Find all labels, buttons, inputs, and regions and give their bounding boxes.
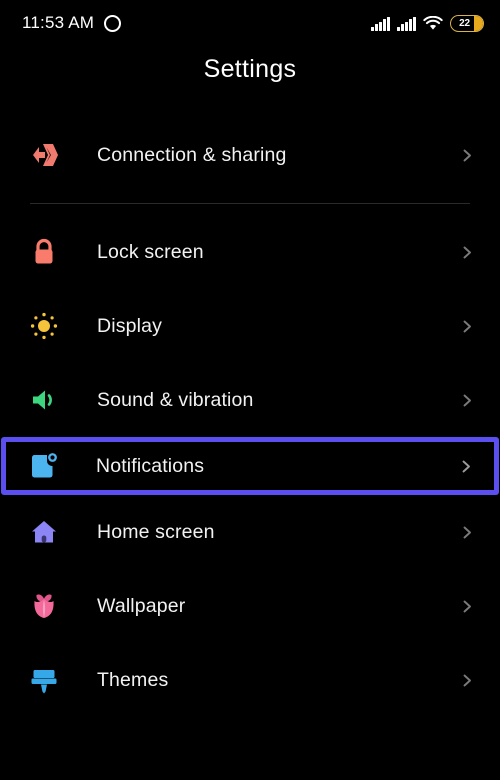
sidebar-item-label: Connection & sharing — [97, 143, 287, 166]
sidebar-item-themes[interactable]: Themes — [0, 643, 500, 717]
settings-list: Connection & sharing Lock screen Display… — [0, 118, 500, 717]
sidebar-item-label: Themes — [97, 668, 169, 691]
speaker-volume-icon — [24, 380, 64, 420]
chevron-right-icon — [461, 600, 474, 613]
sidebar-item-connection-sharing[interactable]: Connection & sharing — [0, 118, 500, 192]
status-time: 11:53 AM — [22, 13, 95, 32]
paint-brush-icon — [24, 660, 64, 700]
status-bar: 11:53 AM 22 — [0, 0, 500, 46]
chevron-right-icon — [461, 320, 474, 333]
sidebar-item-display[interactable]: Display — [0, 289, 500, 363]
lock-icon — [24, 232, 64, 272]
signal-bars-icon-2 — [397, 16, 416, 31]
sidebar-item-label: Notifications — [96, 454, 205, 477]
status-bar-right: 22 — [371, 14, 484, 32]
connection-sharing-icon — [24, 135, 64, 175]
chevron-right-icon — [461, 526, 474, 539]
chevron-right-icon — [460, 460, 473, 473]
sidebar-item-notifications[interactable]: Notifications — [1, 437, 499, 495]
settings-screen: 11:53 AM 22 Settings Connection & sharin… — [0, 0, 500, 780]
sidebar-item-sound-vibration[interactable]: Sound & vibration — [0, 363, 500, 437]
chevron-right-icon — [461, 149, 474, 162]
sidebar-item-label: Lock screen — [97, 240, 204, 263]
sidebar-item-label: Wallpaper — [97, 594, 186, 617]
battery-fill — [474, 15, 483, 31]
chevron-right-icon — [461, 246, 474, 259]
sidebar-item-label: Display — [97, 314, 162, 337]
flower-tulip-icon — [24, 586, 64, 626]
battery-percent: 22 — [459, 17, 470, 29]
sun-brightness-icon — [24, 306, 64, 346]
chevron-right-icon — [461, 674, 474, 687]
house-icon — [24, 512, 64, 552]
battery-icon: 22 — [450, 14, 484, 32]
wifi-icon — [423, 15, 443, 31]
sidebar-item-wallpaper[interactable]: Wallpaper — [0, 569, 500, 643]
notification-badge-icon — [24, 446, 64, 486]
sidebar-item-lock-screen[interactable]: Lock screen — [0, 215, 500, 289]
chevron-right-icon — [461, 394, 474, 407]
page-title: Settings — [203, 55, 297, 83]
status-bar-left: 11:53 AM — [22, 13, 122, 33]
signal-bars-icon-1 — [371, 16, 391, 31]
circle-ring-icon — [104, 14, 122, 32]
section-divider — [30, 203, 470, 204]
sidebar-item-label: Sound & vibration — [97, 388, 254, 411]
sidebar-item-label: Home screen — [97, 520, 215, 543]
sidebar-item-home-screen[interactable]: Home screen — [0, 495, 500, 569]
